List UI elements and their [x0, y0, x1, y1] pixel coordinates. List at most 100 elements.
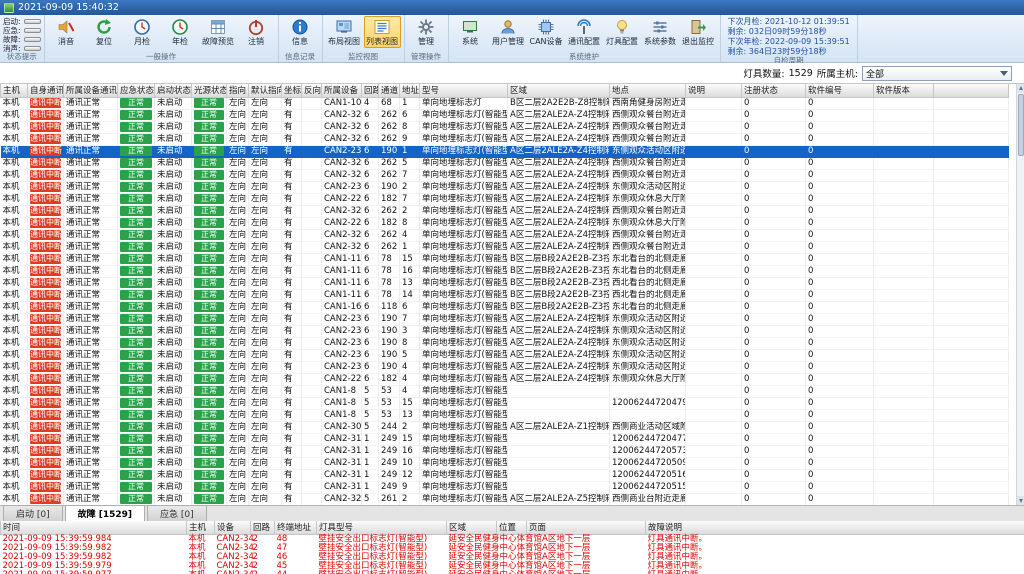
- table-row[interactable]: 本机 通讯中断 通讯正常 正常 未启动 正常 左向 左向有 CAN2-22 6 182 7 单向地埋标志…: [0, 193, 1009, 206]
- table-row[interactable]: 本机 通讯中断 通讯正常 正常 未启动 正常 左向 左向有 CAN2-32 6 262 7 单向地埋标志…: [0, 169, 1009, 182]
- column-header[interactable]: 设备: [214, 521, 251, 535]
- table-row[interactable]: 本机 通讯中断 通讯正常 正常 未启动 正常 左向 左向有 CAN2-31 1 249 9 单向地埋标志…: [0, 481, 1009, 494]
- column-header[interactable]: 启动状态: [154, 84, 192, 98]
- table-row[interactable]: 本机 通讯中断 通讯正常 正常 未启动 正常 左向 左向有 CAN2-31 1 249 15 单向地埋标…: [0, 433, 1009, 446]
- table-row[interactable]: 本机 通讯中断 通讯正常 正常 未启动 正常 左向 左向有 CAN2-23 6 190 5 单向地埋标志…: [0, 349, 1009, 362]
- cell-host: 本机: [0, 445, 28, 458]
- table-row[interactable]: 本机 通讯中断 通讯正常 正常 未启动 正常 左向 左向有 CAN1-8 5 53 15 单向地埋标志灯…: [0, 397, 1009, 410]
- mute-button[interactable]: 消音: [48, 16, 85, 48]
- tab-emergency[interactable]: 应急 [0]: [147, 505, 207, 521]
- status-badge: 正常: [120, 254, 152, 264]
- column-header[interactable]: 区域: [507, 84, 610, 98]
- column-header[interactable]: 主机: [186, 521, 215, 535]
- table-row[interactable]: 本机 通讯中断 通讯正常 正常 未启动 正常 左向 左向有 CAN2-23 6 190 1 单向地埋标志…: [0, 145, 1009, 158]
- column-header[interactable]: 终端地址: [274, 521, 317, 535]
- column-header[interactable]: 页面: [526, 521, 646, 535]
- column-header[interactable]: 坐标: [281, 84, 302, 98]
- column-header[interactable]: 型号: [419, 84, 508, 98]
- tab-start[interactable]: 启动 [0]: [3, 505, 63, 521]
- table-row[interactable]: 本机 通讯中断 通讯正常 正常 未启动 正常 左向 左向有 CAN1-8 5 53 13 单向地埋标志灯…: [0, 409, 1009, 422]
- logout-button[interactable]: 注销: [238, 16, 275, 48]
- scrollbar-thumb[interactable]: [1018, 94, 1024, 156]
- column-header[interactable]: 回路: [361, 84, 379, 98]
- column-header[interactable]: 地点: [609, 84, 686, 98]
- vertical-scrollbar[interactable]: [1016, 84, 1024, 505]
- table-row[interactable]: 本机 通讯中断 通讯正常 正常 未启动 正常 左向 左向有 CAN2-31 1 249 10 单向地埋标…: [0, 457, 1009, 470]
- table-row[interactable]: 本机 通讯中断 通讯正常 正常 未启动 正常 左向 左向有 CAN1-11 6 78 16 单向地埋标志…: [0, 265, 1009, 278]
- column-header[interactable]: 回路: [250, 521, 275, 535]
- table-row[interactable]: 本机 通讯中断 通讯正常 正常 未启动 正常 左向 左向有 CAN1-11 6 78 13 单向地埋标志…: [0, 277, 1009, 290]
- lamp-config-button[interactable]: 灯具配置: [604, 16, 641, 48]
- column-header[interactable]: 主机: [0, 84, 28, 98]
- table-row[interactable]: 本机 通讯中断 通讯正常 正常 未启动 正常 左向 左向有 CAN2-32 6 262 2 单向地埋标志…: [0, 205, 1009, 218]
- table-row[interactable]: 本机 通讯中断 通讯正常 正常 未启动 正常 左向 左向有 CAN2-23 6 190 2 单向地埋标志…: [0, 181, 1009, 194]
- column-header[interactable]: 地址: [399, 84, 420, 98]
- table-row[interactable]: 本机 通讯中断 通讯正常 正常 未启动 正常 左向 左向有 CAN1-10 4 68 1 单向地埋标志灯…: [0, 97, 1009, 110]
- cell-host: 本机: [0, 409, 28, 422]
- column-header[interactable]: 反向: [301, 84, 322, 98]
- column-header[interactable]: 位置: [496, 521, 527, 535]
- column-header[interactable]: 默认指向: [248, 84, 282, 98]
- column-header[interactable]: 指向: [226, 84, 249, 98]
- table-row[interactable]: 本机 通讯中断 通讯正常 正常 未启动 正常 左向 左向有 CAN2-32 5 261 2 单向地埋标志…: [0, 493, 1009, 505]
- column-header[interactable]: 所属设备通讯: [63, 84, 118, 98]
- table-row[interactable]: 本机 通讯中断 通讯正常 正常 未启动 正常 左向 左向有 CAN2-23 6 190 8 单向地埋标志…: [0, 337, 1009, 350]
- table-row[interactable]: 本机 通讯中断 通讯正常 正常 未启动 正常 左向 左向有 CAN2-31 1 249 16 单向地埋标…: [0, 445, 1009, 458]
- column-header[interactable]: 故障说明: [645, 521, 1024, 535]
- user-management-button[interactable]: 用户管理: [490, 16, 527, 48]
- column-header[interactable]: 光源状态: [191, 84, 227, 98]
- reset-button[interactable]: 复位: [86, 16, 123, 48]
- table-row[interactable]: 本机 通讯中断 通讯正常 正常 未启动 正常 左向 左向有 CAN2-32 6 262 4 单向地埋标志…: [0, 229, 1009, 242]
- column-header[interactable]: 软件版本: [873, 84, 934, 98]
- list-view-button[interactable]: 列表视图: [363, 16, 401, 48]
- layout-view-button[interactable]: 布局视图: [326, 16, 363, 48]
- table-row[interactable]: 本机 通讯中断 通讯正常 正常 未启动 正常 左向 左向有 CAN2-32 6 262 6 单向地埋标志…: [0, 109, 1009, 122]
- column-header[interactable]: 时间: [0, 521, 187, 535]
- column-header[interactable]: 自身通讯: [27, 84, 64, 98]
- manage-button[interactable]: 管理: [408, 16, 445, 48]
- column-header[interactable]: 区域: [446, 521, 497, 535]
- table-row[interactable]: 本机 通讯中断 通讯正常 正常 未启动 正常 左向 左向有 CAN2-32 6 262 1 单向地埋标志…: [0, 241, 1009, 254]
- table-row[interactable]: 本机 通讯中断 通讯正常 正常 未启动 正常 左向 左向有 CAN1-8 5 53 4 单向地埋标志灯(…: [0, 385, 1009, 398]
- cell-loop: 6: [361, 277, 379, 290]
- comm-config-button[interactable]: 通讯配置: [566, 16, 603, 48]
- table-row[interactable]: 本机 通讯中断 通讯正常 正常 未启动 正常 左向 左向有 CAN1-11 6 78 15 单向地埋标志…: [0, 253, 1009, 266]
- column-header[interactable]: 软件编号: [805, 84, 874, 98]
- fault-row[interactable]: 2021-09-09 15:39:59.977本机CAN2-34244壁挂安全出…: [1, 570, 1024, 574]
- table-row[interactable]: 本机 通讯中断 通讯正常 正常 未启动 正常 左向 左向有 CAN2-30 5 244 2 单向地埋标志…: [0, 421, 1009, 434]
- cell-direction: 左向: [226, 145, 249, 158]
- scroll-up-arrow[interactable]: [1017, 84, 1024, 93]
- cell-emergency-status: 正常: [117, 469, 155, 482]
- host-select[interactable]: 全部: [862, 65, 1012, 81]
- column-header[interactable]: [933, 84, 1009, 98]
- column-header[interactable]: 注册状态: [741, 84, 806, 98]
- status-badge: 通讯中断: [30, 266, 62, 276]
- info-button[interactable]: 信息: [282, 16, 319, 48]
- column-header[interactable]: 应急状态: [117, 84, 155, 98]
- column-header[interactable]: 所属设备: [321, 84, 362, 98]
- system-params-button[interactable]: 系统参数: [642, 16, 679, 48]
- can-device-button[interactable]: CAN设备: [528, 16, 565, 48]
- fault-preview-button[interactable]: 故障预览: [200, 16, 237, 48]
- table-row[interactable]: 本机 通讯中断 通讯正常 正常 未启动 正常 左向 左向有 CAN2-23 6 190 7 单向地埋标志…: [0, 313, 1009, 326]
- table-row[interactable]: 本机 通讯中断 通讯正常 正常 未启动 正常 左向 左向有 CAN2-31 1 249 12 单向地埋标…: [0, 469, 1009, 482]
- scroll-down-arrow[interactable]: [1017, 496, 1024, 505]
- monthly-check-button[interactable]: 月检: [124, 16, 161, 48]
- column-header[interactable]: 灯具型号: [316, 521, 447, 535]
- annual-check-button[interactable]: 年检: [162, 16, 199, 48]
- table-row[interactable]: 本机 通讯中断 通讯正常 正常 未启动 正常 左向 左向有 CAN1-16 6 118 6 单向地埋标志…: [0, 301, 1009, 314]
- column-header[interactable]: 说明: [685, 84, 742, 98]
- table-row[interactable]: 本机 通讯中断 通讯正常 正常 未启动 正常 左向 左向有 CAN2-32 6 262 8 单向地埋标志…: [0, 121, 1009, 134]
- column-header[interactable]: 通道: [378, 84, 400, 98]
- table-row[interactable]: 本机 通讯中断 通讯正常 正常 未启动 正常 左向 左向有 CAN2-23 6 190 4 单向地埋标志…: [0, 361, 1009, 374]
- table-row[interactable]: 本机 通讯中断 通讯正常 正常 未启动 正常 左向 左向有 CAN2-22 6 182 4 单向地埋标志…: [0, 373, 1009, 386]
- system-button[interactable]: 系统: [452, 16, 489, 48]
- table-row[interactable]: 本机 通讯中断 通讯正常 正常 未启动 正常 左向 左向有 CAN2-32 6 262 5 单向地埋标志…: [0, 157, 1009, 170]
- table-row[interactable]: 本机 通讯中断 通讯正常 正常 未启动 正常 左向 左向有 CAN2-32 6 262 9 单向地埋标志…: [0, 133, 1009, 146]
- table-row[interactable]: 本机 通讯中断 通讯正常 正常 未启动 正常 左向 左向有 CAN1-11 6 78 14 单向地埋标志…: [0, 289, 1009, 302]
- exit-monitor-button[interactable]: 退出监控: [680, 16, 717, 48]
- table-row[interactable]: 本机 通讯中断 通讯正常 正常 未启动 正常 左向 左向有 CAN2-22 6 182 8 单向地埋标志…: [0, 217, 1009, 230]
- table-row[interactable]: 本机 通讯中断 通讯正常 正常 未启动 正常 左向 左向有 CAN2-23 6 190 3 单向地埋标志…: [0, 325, 1009, 338]
- status-badge: 通讯中断: [30, 386, 62, 396]
- tab-fault[interactable]: 故障 [1529]: [64, 505, 146, 521]
